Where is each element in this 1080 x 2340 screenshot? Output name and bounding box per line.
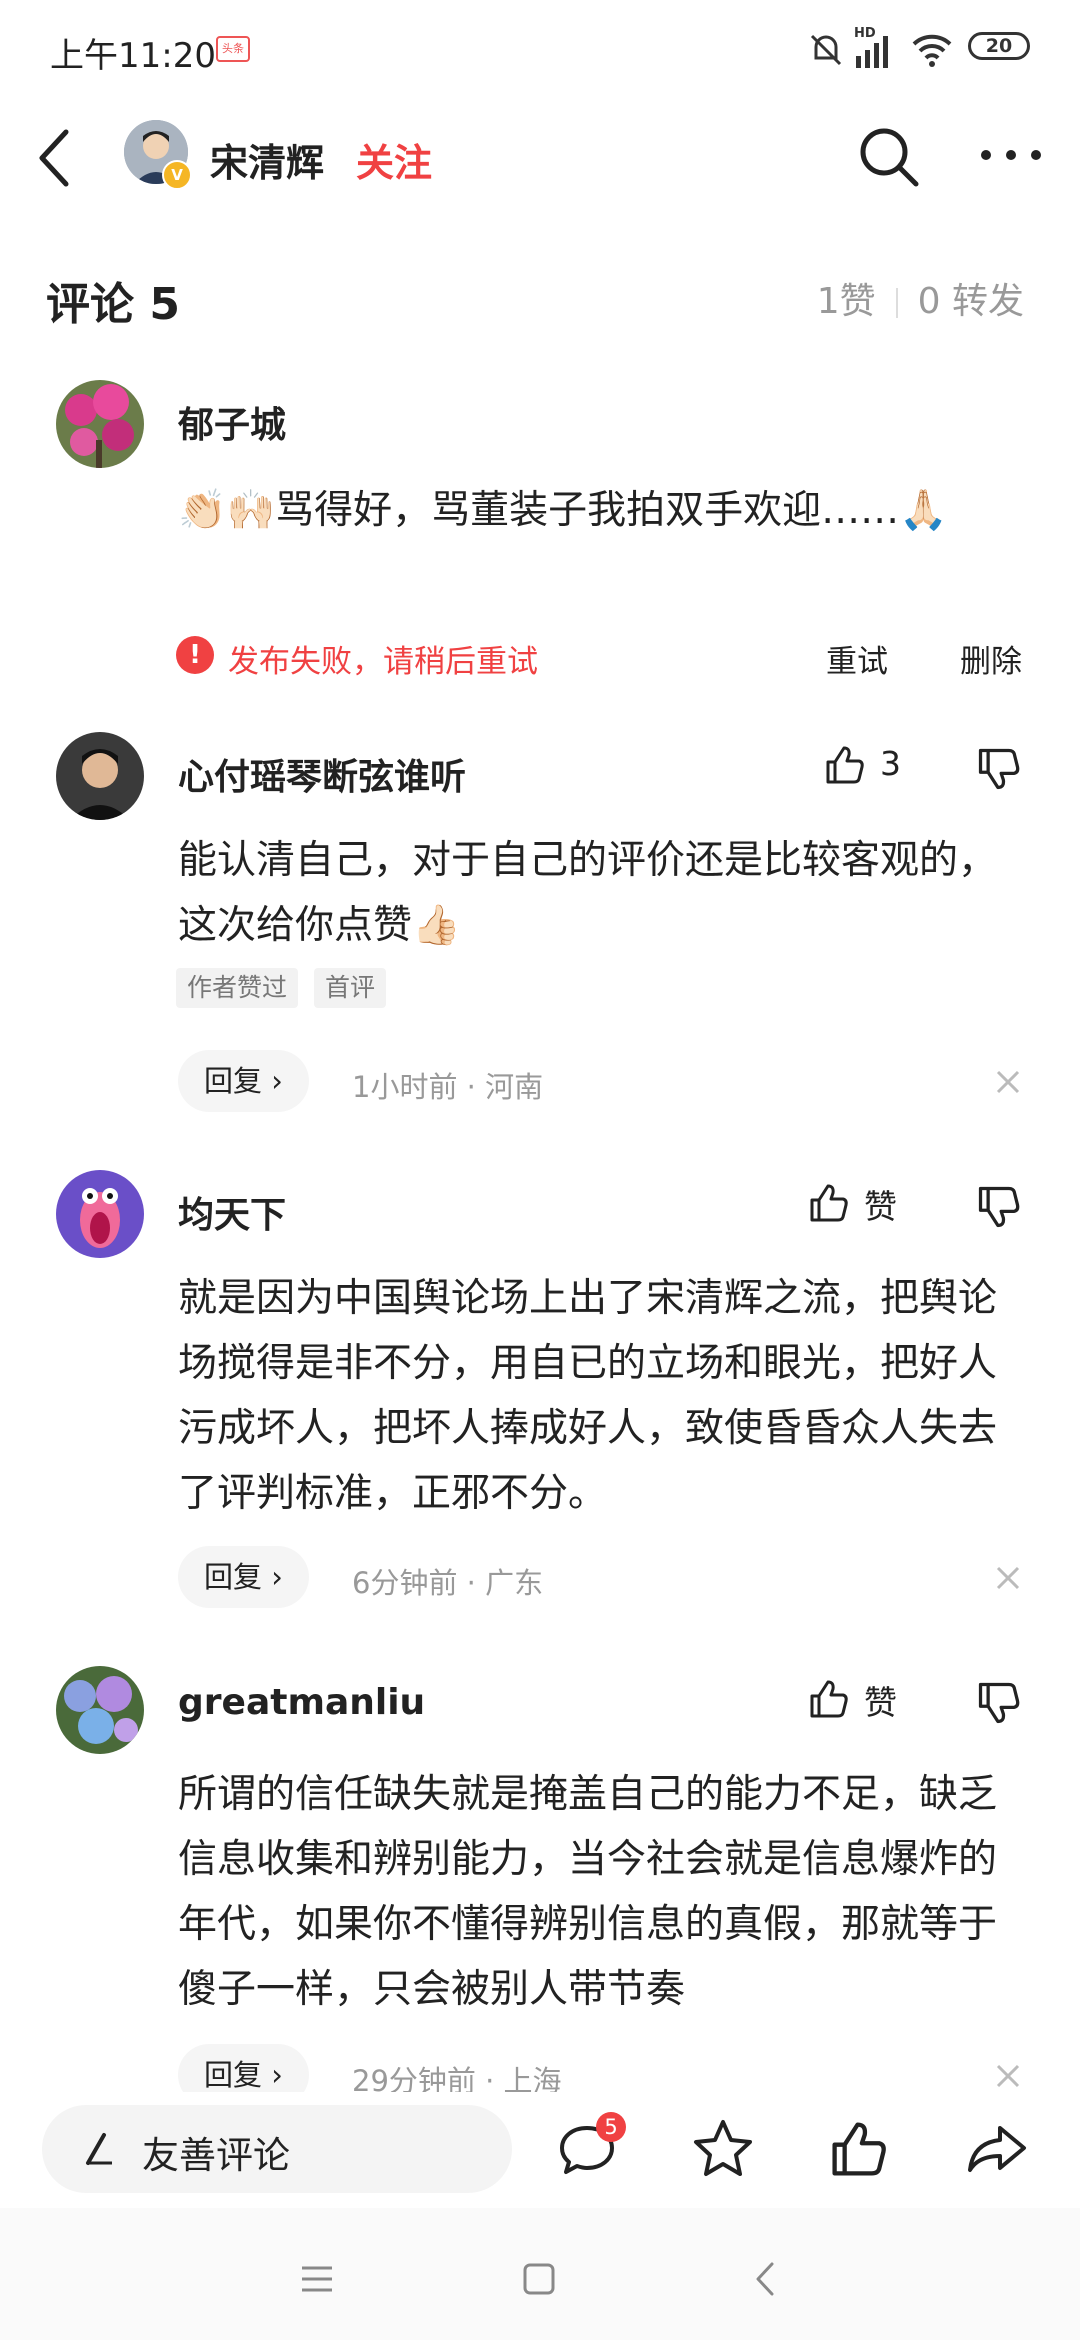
like-count: 3 — [880, 744, 901, 783]
pencil-icon — [86, 2133, 112, 2165]
like-label: 赞 — [864, 1683, 897, 1722]
close-icon — [996, 1070, 1020, 1094]
dismiss-button[interactable] — [990, 1560, 1026, 1596]
dismiss-button[interactable] — [990, 1064, 1026, 1100]
battery-icon: 20 — [968, 32, 1030, 60]
follow-button[interactable]: 关注 — [356, 132, 432, 187]
avatar-hydrangea — [56, 1666, 144, 1754]
avatar-flowers — [56, 380, 144, 468]
likes-count[interactable]: 1赞 — [817, 281, 876, 322]
comment-input[interactable]: 友善评论 — [42, 2105, 512, 2193]
favorite-button[interactable] — [690, 2116, 756, 2182]
app-badge: 头条 — [216, 36, 250, 62]
comment-text: 就是因为中国舆论场上出了宋清辉之流，把舆论场搅得是非不分，用自已的立场和眼光，把… — [178, 1276, 998, 1516]
thumbs-up-icon — [810, 1184, 848, 1222]
back-button[interactable] — [30, 118, 100, 198]
author-name[interactable]: 宋清辉 — [210, 132, 324, 187]
commenter-name[interactable]: 均天下 — [178, 1186, 286, 1238]
search-button[interactable] — [856, 124, 922, 190]
close-icon — [996, 1566, 1020, 1590]
dislike-button[interactable] — [974, 1678, 1024, 1728]
thumbs-up-icon — [826, 746, 864, 784]
comments-title: 评论 5 — [46, 279, 180, 330]
thumbs-down-icon — [978, 1682, 1020, 1724]
commenter-name[interactable]: greatmanliu — [178, 1682, 425, 1723]
dislike-button[interactable] — [974, 744, 1024, 794]
commenter-avatar[interactable] — [56, 1170, 144, 1258]
commenter-avatar[interactable] — [56, 732, 144, 820]
reply-button[interactable]: 回复 › — [178, 1546, 309, 1608]
thumbs-up-icon — [810, 1680, 848, 1718]
more-icon — [981, 150, 1041, 160]
stats-divider — [895, 288, 898, 318]
share-button[interactable] — [964, 2116, 1030, 2182]
signal-icon — [856, 36, 888, 68]
commenter-avatar[interactable] — [56, 1666, 144, 1754]
star-icon — [694, 2120, 752, 2176]
thumbs-down-icon — [978, 748, 1020, 790]
retry-button[interactable]: 重试 — [826, 636, 888, 681]
dismiss-button[interactable] — [990, 2058, 1026, 2094]
thumbs-up-icon — [832, 2122, 886, 2176]
like-label: 赞 — [864, 1187, 897, 1226]
menu-icon — [302, 2266, 332, 2292]
reply-button[interactable]: 回复 › — [178, 1050, 309, 1112]
avatar-cartoon — [56, 1170, 144, 1258]
verified-badge: V — [162, 160, 192, 190]
shares-count[interactable]: 0 转发 — [918, 281, 1024, 322]
first-comment-tag: 首评 — [314, 968, 387, 1008]
comment-meta: 1小时前 · 河南 — [352, 1070, 544, 1104]
back-arrow-icon — [39, 129, 69, 187]
close-icon — [996, 2064, 1020, 2088]
wifi-icon — [912, 34, 952, 67]
nav-back-button[interactable] — [742, 2254, 792, 2304]
commenter-name[interactable]: 郁子城 — [178, 396, 286, 448]
publish-failed-text: 发布失败，请稍后重试 — [228, 644, 538, 680]
like-article-button[interactable] — [826, 2116, 892, 2182]
author-liked-tag: 作者赞过 — [176, 968, 299, 1008]
comment-text: 👏🏻🙌🏻骂得好，骂董装子我拍双手欢迎……🙏🏻 — [178, 488, 948, 533]
battery-level: 20 — [985, 35, 1013, 57]
home-square-icon — [523, 2263, 555, 2295]
error-icon: ! — [176, 636, 214, 674]
dislike-button[interactable] — [974, 1182, 1024, 1232]
delete-button[interactable]: 删除 — [960, 636, 1022, 681]
search-icon — [860, 128, 919, 187]
comment-text: 能认清自己，对于自己的评价还是比较客观的，这次给你点赞👍🏻 — [178, 838, 998, 948]
thumbs-down-icon — [978, 1186, 1020, 1228]
share-icon — [968, 2126, 1026, 2172]
more-button[interactable] — [978, 140, 1044, 170]
nav-home-button[interactable] — [514, 2254, 564, 2304]
mute-icon — [810, 34, 842, 66]
comment-input-placeholder: 友善评论 — [142, 2134, 290, 2177]
comment-meta: 6分钟前 · 广东 — [352, 1566, 544, 1600]
comment-text: 所谓的信任缺失就是掩盖自己的能力不足，缺乏信息收集和辨别能力，当今社会就是信息爆… — [178, 1772, 998, 2012]
comment-count-badge: 5 — [596, 2112, 626, 2142]
nav-menu-button[interactable] — [292, 2254, 342, 2304]
commenter-name[interactable]: 心付瑶琴断弦谁听 — [178, 748, 466, 800]
nav-back-icon — [756, 2262, 774, 2296]
comment-stats: 1赞 0 转发 — [817, 272, 1024, 324]
commenter-avatar[interactable] — [56, 380, 144, 468]
status-time: 上午11:20 — [50, 36, 216, 76]
avatar-portrait — [56, 732, 144, 820]
